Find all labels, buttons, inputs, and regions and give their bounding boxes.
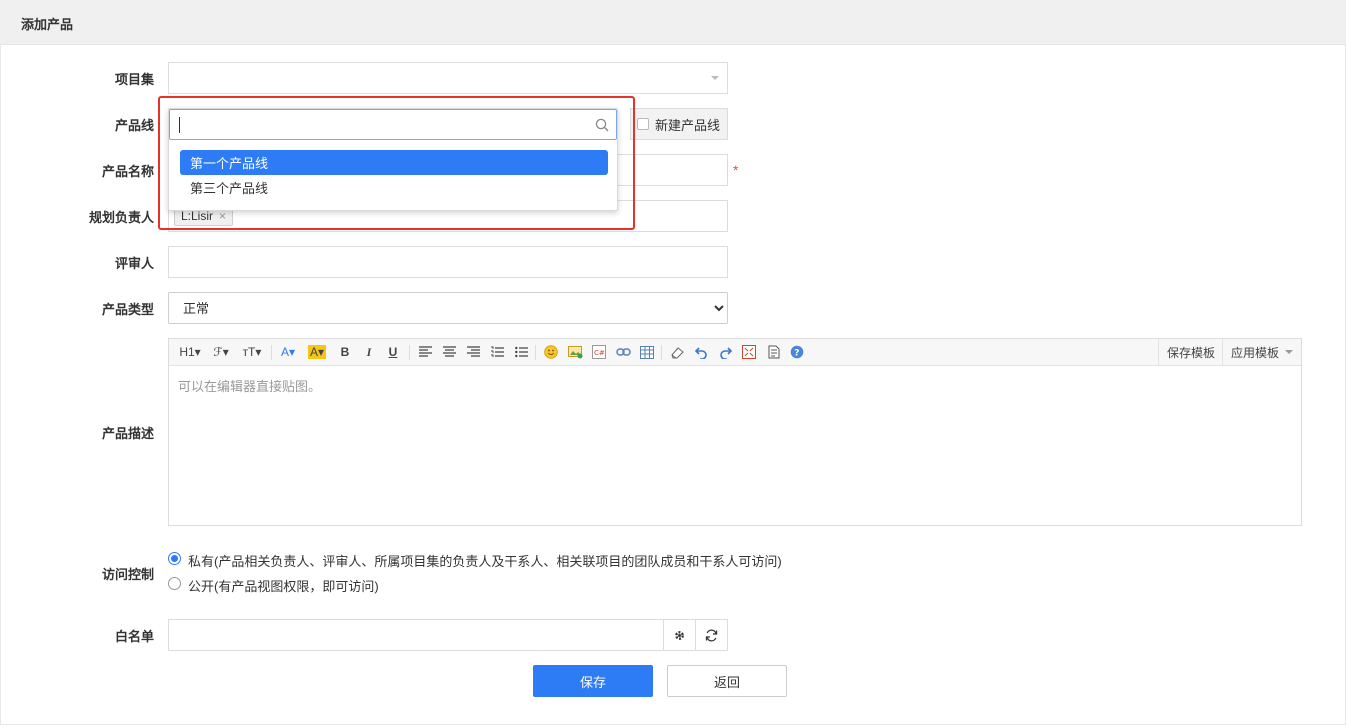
product-type-select[interactable]: 正常 [168, 292, 728, 324]
align-left-icon[interactable] [417, 343, 433, 361]
chevron-down-icon [1285, 350, 1294, 354]
new-product-line-checkbox[interactable]: 新建产品线 [630, 108, 728, 140]
apply-template-label: 应用模板 [1231, 345, 1280, 360]
access-private-radio[interactable] [168, 552, 181, 565]
apply-template-button[interactable]: 应用模板 [1222, 339, 1302, 365]
description-editor[interactable]: H1▾ ℱ▾ ᴛT▾ A▾ A▾ B I U C# ? 保存模板 应用模板 可以… [168, 338, 1302, 526]
font-color-button[interactable]: A▾ [277, 343, 299, 361]
toolbar-divider [535, 345, 536, 360]
reviewer-label: 评审人 [114, 256, 154, 271]
page-header: 添加产品 [0, 0, 1346, 45]
emoji-icon[interactable] [543, 343, 559, 361]
bg-color-button[interactable]: A▾ [305, 343, 329, 361]
description-label: 产品描述 [101, 426, 154, 441]
undo-icon[interactable] [693, 343, 709, 361]
page-title: 添加产品 [21, 17, 74, 32]
italic-button[interactable]: I [361, 343, 377, 361]
align-right-icon[interactable] [465, 343, 481, 361]
project-set-select[interactable] [168, 62, 728, 94]
svg-text:?: ? [794, 349, 799, 359]
editor-toolbar: H1▾ ℱ▾ ᴛT▾ A▾ A▾ B I U C# ? 保存模板 应用模板 [169, 339, 1301, 366]
gear-icon [675, 630, 684, 640]
annotation-highlight-box [158, 96, 635, 230]
link-icon[interactable] [615, 343, 631, 361]
reviewer-picker[interactable] [168, 246, 728, 278]
table-icon[interactable] [639, 343, 655, 361]
underline-button[interactable]: U [385, 343, 401, 361]
new-product-line-label: 新建产品线 [655, 117, 721, 133]
access-public-label[interactable]: 公开(有产品视图权限，即可访问) [188, 576, 379, 595]
redo-icon[interactable] [717, 343, 733, 361]
source-icon[interactable] [765, 343, 781, 361]
bold-button[interactable]: B [337, 343, 353, 361]
planner-label: 规划负责人 [88, 210, 154, 225]
toolbar-divider [661, 345, 662, 360]
project-set-label: 项目集 [114, 72, 154, 87]
font-family-button[interactable]: ℱ▾ [209, 343, 233, 361]
access-control-label: 访问控制 [101, 567, 154, 582]
code-icon[interactable]: C# [591, 343, 607, 361]
unordered-list-icon[interactable] [513, 343, 529, 361]
toolbar-divider [409, 345, 410, 360]
svg-text:C#: C# [594, 349, 605, 357]
back-button[interactable]: 返回 [667, 665, 787, 697]
align-center-icon[interactable] [441, 343, 457, 361]
fullscreen-icon[interactable] [741, 343, 757, 361]
save-button[interactable]: 保存 [533, 665, 653, 697]
required-mark: * [733, 162, 739, 178]
save-template-button[interactable]: 保存模板 [1158, 339, 1223, 365]
highlight-icon: A▾ [307, 345, 327, 359]
product-line-label: 产品线 [114, 118, 154, 133]
editor-placeholder: 可以在编辑器直接贴图。 [178, 379, 322, 394]
help-icon[interactable]: ? [789, 343, 805, 361]
image-icon[interactable] [567, 343, 583, 361]
chevron-down-icon [711, 76, 719, 80]
font-size-button[interactable]: ᴛT▾ [239, 343, 265, 361]
ordered-list-icon[interactable] [489, 343, 505, 361]
checkbox-icon[interactable] [637, 118, 649, 130]
access-public-radio[interactable] [168, 577, 181, 590]
whitelist-settings-button[interactable] [663, 619, 696, 651]
toolbar-divider [271, 345, 272, 360]
whitelist-label: 白名单 [114, 629, 154, 644]
heading-button[interactable]: H1▾ [177, 343, 203, 361]
access-private-label[interactable]: 私有(产品相关负责人、评审人、所属项目集的负责人及干系人、相关联项目的团队成员和… [188, 551, 782, 570]
eraser-icon[interactable] [669, 343, 685, 361]
whitelist-input[interactable] [168, 619, 664, 651]
product-type-label: 产品类型 [101, 302, 154, 317]
product-name-label: 产品名称 [101, 164, 154, 179]
refresh-icon [705, 629, 718, 641]
whitelist-refresh-button[interactable] [695, 619, 728, 651]
